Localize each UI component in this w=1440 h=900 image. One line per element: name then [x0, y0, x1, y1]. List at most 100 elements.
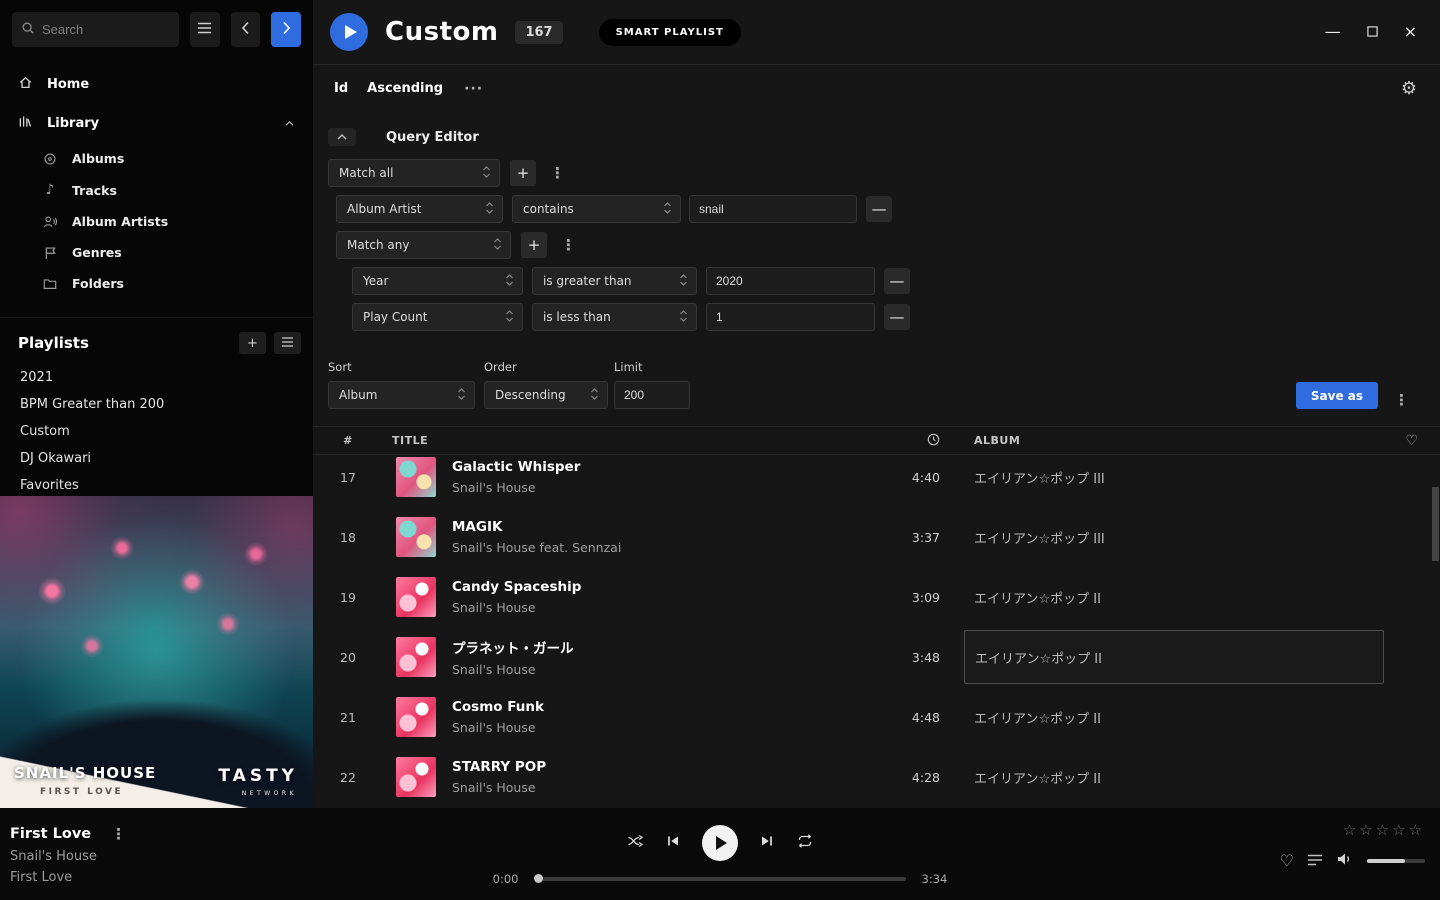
sidebar-item-library[interactable]: Library	[0, 104, 313, 143]
collapse-query-editor-button[interactable]	[328, 128, 356, 146]
sidebar-item-folders[interactable]: Folders	[0, 268, 313, 299]
play-playlist-button[interactable]	[330, 13, 368, 51]
list-toolbar: Id Ascending ··· ⚙	[313, 65, 1440, 112]
next-track-button[interactable]	[760, 834, 774, 852]
play-pause-button[interactable]	[702, 825, 738, 861]
collapse-chevron-icon[interactable]	[284, 116, 295, 131]
add-group-rule-button[interactable]: +	[521, 232, 547, 258]
previous-track-button[interactable]	[666, 834, 680, 852]
queue-button[interactable]	[1307, 851, 1323, 870]
rule-operator-select[interactable]: is greater than	[532, 267, 697, 295]
now-playing-album-art[interactable]: SNAIL'S HOUSE FIRST LOVE TASTY NETWORK	[0, 496, 313, 808]
column-header-number[interactable]: #	[313, 434, 383, 447]
sidebar-item-albums[interactable]: Albums	[0, 143, 313, 174]
folder-icon	[42, 278, 58, 290]
save-menu-button[interactable]: ⋮	[1390, 391, 1413, 409]
save-as-button[interactable]: Save as	[1296, 382, 1378, 409]
album-art-brand-sub: NETWORK	[242, 790, 297, 797]
limit-input[interactable]	[614, 381, 690, 409]
sidebar-item-tracks[interactable]: ♪ Tracks	[0, 174, 313, 206]
rule-value-input[interactable]	[689, 195, 857, 223]
rule-group-menu-button[interactable]: ⋮	[546, 164, 569, 182]
table-row[interactable]: 20 プラネット・ガールSnail's House 3:48 エイリアン☆ポップ…	[313, 627, 1440, 687]
add-rule-button[interactable]: +	[510, 160, 536, 186]
playlists-header: Playlists +	[12, 332, 301, 354]
track-title: Cosmo Funk	[452, 699, 544, 715]
nav-back-button[interactable]	[231, 12, 261, 47]
group-menu-button[interactable]: ⋮	[557, 236, 580, 254]
heart-icon: ♡	[1280, 851, 1294, 870]
remove-rule-button[interactable]: —	[884, 304, 910, 330]
shuffle-button[interactable]	[627, 834, 644, 852]
more-options-button[interactable]: ···	[464, 81, 483, 97]
order-label: Order	[484, 360, 608, 374]
settings-button[interactable]: ⚙	[1401, 78, 1417, 99]
search-icon	[21, 20, 35, 39]
playlist-item-dj-okawari[interactable]: DJ Okawari	[12, 445, 301, 472]
table-row[interactable]: 18 MAGIKSnail's House feat. Sennzai 3:37…	[313, 507, 1440, 567]
search-box[interactable]	[12, 12, 179, 47]
track-number: 18	[313, 530, 383, 545]
playlist-item-favorites[interactable]: Favorites	[12, 472, 301, 499]
table-row[interactable]: 19 Candy SpaceshipSnail's House 3:09 エイリ…	[313, 567, 1440, 627]
add-playlist-button[interactable]: +	[239, 332, 266, 354]
track-album-focused-cell[interactable]: エイリアン☆ポップ II	[964, 630, 1384, 684]
track-album: エイリアン☆ポップ III	[964, 468, 1384, 487]
nav-forward-button[interactable]	[271, 12, 301, 47]
rule-value-input[interactable]	[706, 267, 875, 295]
rule-field-select[interactable]: Play Count	[352, 303, 523, 331]
volume-button[interactable]	[1336, 851, 1354, 870]
repeat-button[interactable]	[796, 834, 814, 852]
table-row[interactable]: 22 STARRY POPSnail's House 4:28 エイリアン☆ポッ…	[313, 747, 1440, 806]
album-art-artist: SNAIL'S HOUSE	[14, 764, 156, 782]
rule-value-input[interactable]	[706, 303, 875, 331]
playlist-item-2021[interactable]: 2021	[12, 364, 301, 391]
track-count-badge: 167	[515, 21, 562, 44]
page-title: Custom	[385, 17, 498, 47]
star-icon: ☆	[1392, 821, 1408, 839]
table-row[interactable]: 17 Galactic WhisperSnail's House 4:40 エイ…	[313, 455, 1440, 507]
minimize-button[interactable]: —	[1325, 24, 1341, 40]
rule-field-select[interactable]: Year	[352, 267, 523, 295]
scrollbar-thumb[interactable]	[1432, 487, 1439, 561]
search-input[interactable]	[42, 22, 170, 37]
rule-operator-select[interactable]: contains	[512, 195, 681, 223]
menu-button[interactable]	[190, 12, 220, 47]
column-header-favorite[interactable]: ♡	[1384, 433, 1440, 449]
remove-rule-button[interactable]: —	[866, 196, 892, 222]
select-arrows-icon	[679, 309, 688, 326]
sidebar-nav: Home Library Albums ♪ Tracks Album Arti	[0, 51, 313, 299]
remove-rule-button[interactable]: —	[884, 268, 910, 294]
column-header-duration[interactable]	[892, 433, 940, 449]
limit-column: Limit	[614, 360, 690, 409]
sort-field-button[interactable]: Id	[334, 81, 348, 96]
volume-slider[interactable]	[1367, 859, 1425, 863]
seek-handle[interactable]	[534, 874, 543, 883]
sidebar-item-genres[interactable]: Genres	[0, 237, 313, 268]
column-header-title[interactable]: TITLE	[383, 434, 892, 447]
close-button[interactable]: ×	[1404, 24, 1417, 40]
match-type-select[interactable]: Match all	[328, 159, 500, 187]
order-select[interactable]: Descending	[484, 381, 608, 409]
group-match-type-select[interactable]: Match any	[336, 231, 511, 259]
sidebar-item-home[interactable]: Home	[0, 65, 313, 104]
rule-field-value: Album Artist	[347, 202, 421, 216]
group-rule-row: Year is greater than —	[352, 267, 1440, 295]
sidebar-item-album-artists[interactable]: Album Artists	[0, 206, 313, 237]
column-header-album[interactable]: ALBUM	[964, 434, 1384, 447]
maximize-button[interactable]	[1367, 24, 1378, 40]
sort-direction-button[interactable]: Ascending	[367, 81, 443, 96]
sort-select[interactable]: Album	[328, 381, 475, 409]
track-duration: 4:28	[892, 770, 940, 785]
favorite-button[interactable]: ♡	[1280, 851, 1294, 870]
select-arrows-icon	[679, 273, 688, 290]
rating-stars[interactable]: ☆☆☆☆☆	[1343, 821, 1425, 839]
rule-operator-select[interactable]: is less than	[532, 303, 697, 331]
rule-field-select[interactable]: Album Artist	[336, 195, 503, 223]
table-row[interactable]: 21 Cosmo FunkSnail's House 4:48 エイリアン☆ポッ…	[313, 687, 1440, 747]
seek-bar[interactable]	[535, 877, 906, 881]
playlist-item-bpm[interactable]: BPM Greater than 200	[12, 391, 301, 418]
playlist-view-button[interactable]	[274, 332, 301, 354]
star-icon: ☆	[1343, 821, 1359, 839]
playlist-item-custom[interactable]: Custom	[12, 418, 301, 445]
